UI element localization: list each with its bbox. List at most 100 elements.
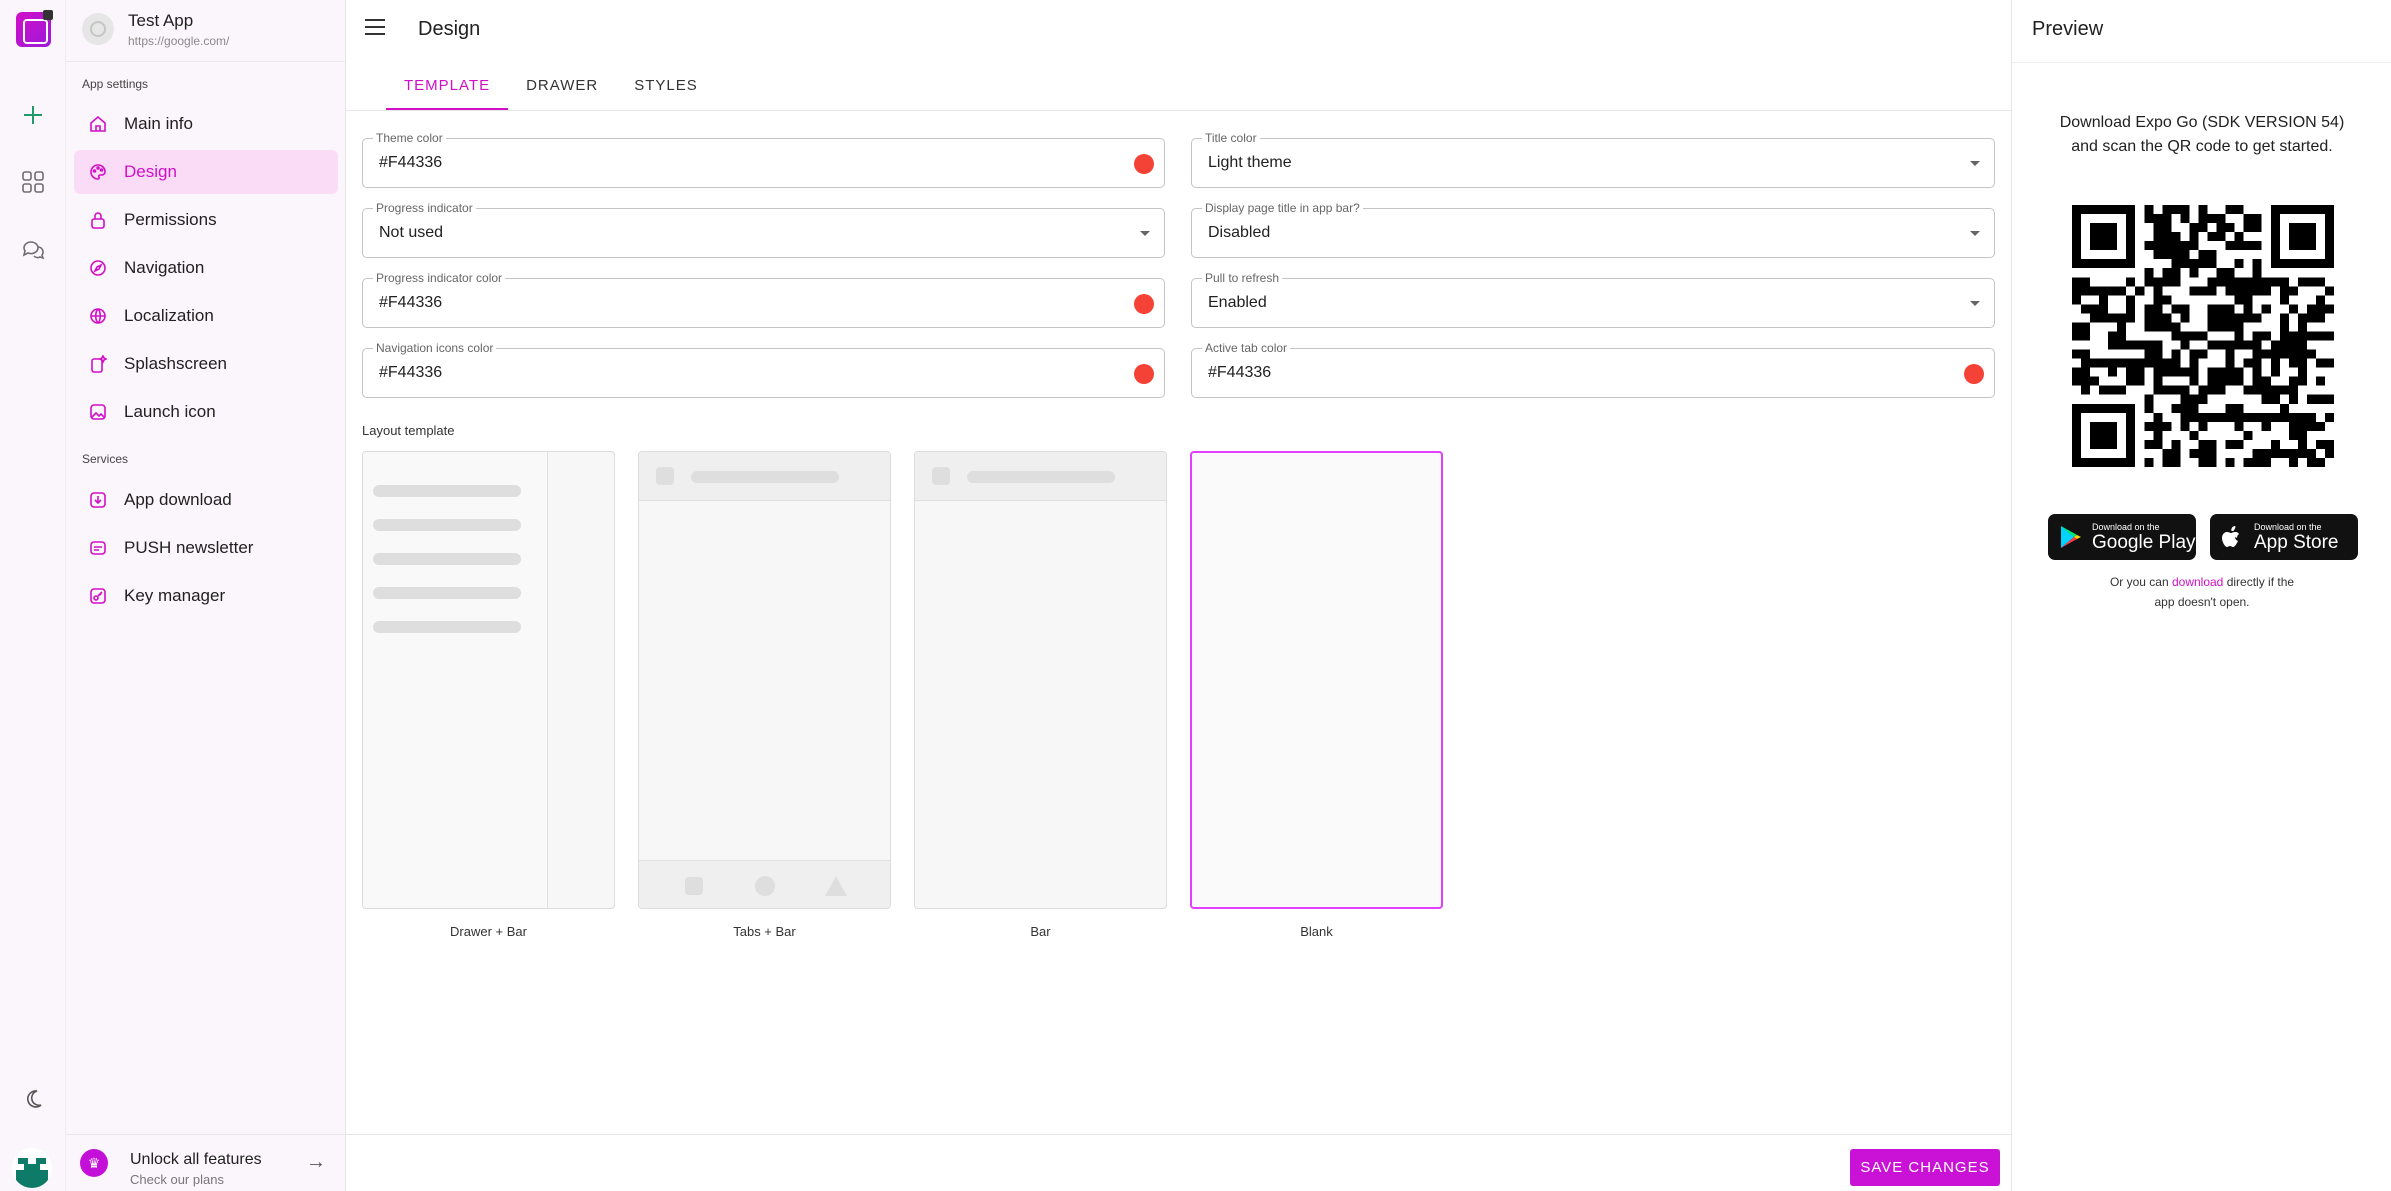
unlock-features[interactable]: ♛ Unlock all features Check our plans →	[66, 1134, 346, 1191]
field-value: #F44336	[1208, 364, 1272, 381]
home-icon	[89, 115, 107, 133]
sidebar-item-label: PUSH newsletter	[124, 538, 254, 557]
color-swatch[interactable]	[1964, 364, 1984, 384]
field-value: #F44336	[379, 294, 443, 311]
qr-code	[2072, 205, 2334, 467]
sidebar-item-launch-icon[interactable]: Launch icon	[74, 390, 338, 434]
active-tab-color-field[interactable]: Active tab color #F44336	[1191, 341, 1995, 398]
image-icon	[89, 403, 107, 421]
apple-icon	[2222, 526, 2239, 547]
template-blank[interactable]	[1190, 451, 1443, 909]
chevron-down-icon	[1140, 231, 1150, 236]
app-header[interactable]: Test App https://google.com/	[66, 0, 346, 62]
sidebar-item-label: Splashscreen	[124, 354, 228, 373]
dark-mode-icon[interactable]	[17, 1083, 49, 1115]
tab-template[interactable]: TEMPLATE	[386, 62, 509, 110]
crown-icon: ♛	[80, 1149, 108, 1177]
field-value: Not used	[379, 224, 444, 241]
icon-rail	[0, 0, 66, 1191]
tab-styles[interactable]: STYLES	[616, 62, 716, 110]
field-label: Active tab color	[1202, 341, 1291, 355]
note-text: directly if the	[2226, 575, 2295, 589]
sidebar-item-label: Navigation	[124, 258, 205, 277]
app-store-button[interactable]: Download on the App Store	[2210, 514, 2358, 560]
brand-logo[interactable]	[16, 10, 53, 47]
color-swatch[interactable]	[1134, 154, 1154, 174]
field-label: Pull to refresh	[1202, 271, 1283, 285]
color-swatch[interactable]	[1134, 364, 1154, 384]
top-bar: Design	[346, 0, 2011, 60]
google-play-icon	[2061, 526, 2081, 548]
template-bar[interactable]	[914, 451, 1167, 909]
user-avatar[interactable]	[12, 1148, 52, 1188]
direct-download-note: Or you can download directly if the app …	[2012, 572, 2391, 612]
color-swatch[interactable]	[1134, 294, 1154, 314]
google-play-button[interactable]: Download on the Google Play	[2048, 514, 2196, 560]
sidebar-item-navigation[interactable]: Navigation	[74, 246, 338, 290]
unlock-title: Unlock all features	[130, 1151, 262, 1168]
sidebar-item-push-newsletter[interactable]: PUSH newsletter	[74, 526, 338, 570]
field-value: #F44336	[379, 364, 443, 381]
plus-icon[interactable]	[17, 99, 49, 131]
field-label: Navigation icons color	[373, 341, 497, 355]
sparkle-icon	[89, 354, 108, 373]
menu-icon[interactable]	[365, 19, 385, 35]
template-label: Blank	[1300, 924, 1333, 939]
bell-icon	[89, 539, 107, 557]
store-name: Google Play	[2092, 532, 2196, 553]
sidebar-item-splashscreen[interactable]: Splashscreen	[74, 342, 338, 386]
divider	[2012, 62, 2391, 63]
note-text-line-2: app doesn't open.	[2154, 595, 2250, 609]
sidebar-item-app-download[interactable]: App download	[74, 478, 338, 522]
sidebar-item-label: Key manager	[124, 586, 226, 605]
field-value: Enabled	[1208, 294, 1267, 311]
sidebar-item-label: Localization	[124, 306, 214, 325]
sidebar-item-localization[interactable]: Localization	[74, 294, 338, 338]
field-value: #F44336	[379, 154, 443, 171]
field-label: Display page title in app bar?	[1202, 201, 1363, 215]
download-link[interactable]: download	[2172, 575, 2223, 589]
field-label: Theme color	[373, 131, 446, 145]
app-avatar	[82, 13, 114, 45]
arrow-right-icon[interactable]: →	[306, 1151, 326, 1174]
preview-panel: Preview Download Expo Go (SDK VERSION 54…	[2011, 0, 2391, 1191]
preview-title: Preview	[2032, 18, 2104, 40]
field-label: Progress indicator	[373, 201, 476, 215]
progress-color-field[interactable]: Progress indicator color #F44336	[362, 271, 1165, 328]
lock-icon	[89, 211, 107, 229]
sidebar-item-label: App download	[124, 490, 232, 509]
field-value: Light theme	[1208, 154, 1292, 171]
tab-drawer[interactable]: DRAWER	[508, 62, 616, 110]
sidebar-item-design[interactable]: Design	[74, 150, 338, 194]
page-title: Design	[418, 18, 481, 40]
sidebar-item-main-info[interactable]: Main info	[74, 102, 338, 146]
divider	[346, 110, 2011, 111]
progress-indicator-select[interactable]: Progress indicator Not used	[362, 201, 1165, 258]
sidebar-item-key-manager[interactable]: Key manager	[74, 574, 338, 618]
layout-template-label: Layout template	[362, 423, 455, 438]
store-caption: Download on the	[2092, 522, 2160, 532]
grid-icon[interactable]	[17, 166, 49, 198]
title-color-select[interactable]: Title color Light theme	[1191, 131, 1995, 188]
palette-icon	[89, 163, 107, 181]
display-title-select[interactable]: Display page title in app bar? Disabled	[1191, 201, 1995, 258]
template-tabs-bar[interactable]	[638, 451, 891, 909]
chevron-down-icon	[1970, 231, 1980, 236]
field-value: Disabled	[1208, 224, 1271, 241]
unlock-subtitle: Check our plans	[130, 1172, 224, 1187]
template-label: Drawer + Bar	[450, 924, 527, 939]
compass-icon	[89, 259, 107, 277]
sidebar-item-label: Permissions	[124, 210, 217, 229]
pull-refresh-select[interactable]: Pull to refresh Enabled	[1191, 271, 1995, 328]
template-label: Tabs + Bar	[733, 924, 796, 939]
template-drawer-bar[interactable]	[362, 451, 615, 909]
theme-color-field[interactable]: Theme color #F44336	[362, 131, 1165, 188]
sidebar-item-permissions[interactable]: Permissions	[74, 198, 338, 242]
key-icon	[89, 587, 107, 605]
save-changes-button[interactable]: SAVE CHANGES	[1850, 1149, 2000, 1186]
chat-icon[interactable]	[17, 234, 49, 266]
section-services: Services	[82, 452, 129, 466]
chevron-down-icon	[1970, 161, 1980, 166]
nav-icons-color-field[interactable]: Navigation icons color #F44336	[362, 341, 1165, 398]
main-content: Design TEMPLATE DRAWER STYLES Theme colo…	[346, 0, 2011, 1191]
